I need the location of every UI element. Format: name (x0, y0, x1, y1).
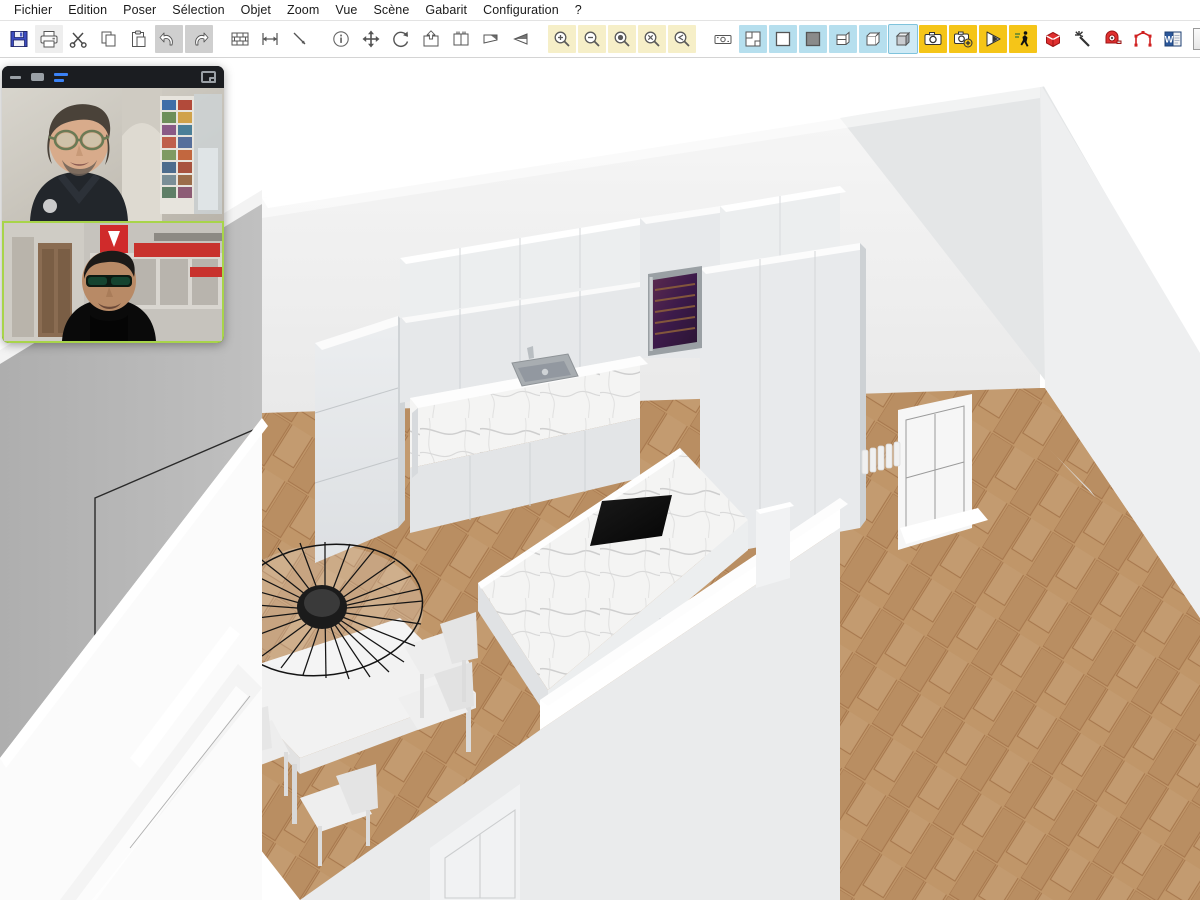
toolbar-separator (215, 25, 224, 53)
perspective-view-icon[interactable] (888, 24, 918, 54)
word-export-icon[interactable]: W (1159, 25, 1187, 53)
wall-icon[interactable] (226, 25, 254, 53)
undo-icon[interactable] (155, 25, 183, 53)
zoom-fit-icon[interactable] (608, 25, 636, 53)
solid-view-icon[interactable] (799, 25, 827, 53)
toolbar-separator (316, 25, 325, 53)
polyline-icon[interactable] (1129, 25, 1157, 53)
camera-add-icon[interactable] (949, 25, 977, 53)
zoom-cancel-icon[interactable] (638, 25, 666, 53)
toolbar-separator (698, 25, 707, 53)
elevation-view-icon[interactable] (829, 25, 857, 53)
application-window: Fichier Edition Poser Sélection Objet Zo… (0, 0, 1200, 900)
menu-gabarit[interactable]: Gabarit (417, 1, 475, 19)
zoom-out-icon[interactable] (578, 25, 606, 53)
toolbar-separator (537, 25, 546, 53)
render-icon[interactable] (1039, 25, 1067, 53)
menu-fichier[interactable]: Fichier (6, 1, 60, 19)
wine-cooler (648, 266, 702, 356)
menu-aide[interactable]: ? (567, 1, 590, 19)
cut-icon[interactable] (65, 25, 93, 53)
wireframe-view-icon[interactable] (769, 25, 797, 53)
axono-view-icon[interactable] (859, 25, 887, 53)
tape-measure-icon[interactable] (1099, 25, 1127, 53)
menu-configuration[interactable]: Configuration (475, 1, 567, 19)
menu-edition[interactable]: Edition (60, 1, 115, 19)
menu-poser[interactable]: Poser (115, 1, 164, 19)
line-icon[interactable] (286, 25, 314, 53)
maximize-icon[interactable] (31, 73, 44, 81)
tall-cabinets (314, 316, 405, 563)
picture-in-picture-icon[interactable] (201, 71, 216, 83)
paste-icon[interactable] (125, 25, 153, 53)
move-icon[interactable] (357, 25, 385, 53)
svg-text:W: W (1165, 35, 1174, 45)
menu-vue[interactable]: Vue (327, 1, 365, 19)
camera-icon[interactable] (919, 25, 947, 53)
plan-view-icon[interactable] (739, 25, 767, 53)
play-icon[interactable] (979, 25, 1007, 53)
magic-wand-icon[interactable] (1069, 25, 1097, 53)
walkthrough-icon[interactable] (1009, 25, 1037, 53)
video-tiles (2, 88, 224, 343)
copy-icon[interactable] (95, 25, 123, 53)
video-call-panel[interactable] (2, 66, 224, 343)
video-tile-local[interactable] (2, 221, 224, 343)
menu-selection[interactable]: Sélection (164, 1, 232, 19)
video-tile-remote[interactable] (2, 88, 224, 221)
export-icon[interactable] (417, 25, 445, 53)
stairs-icon[interactable] (447, 25, 475, 53)
video-panel-titlebar[interactable] (2, 66, 224, 88)
flip-icon[interactable] (507, 25, 535, 53)
minimize-icon[interactable] (10, 75, 21, 79)
zoom-previous-icon[interactable] (668, 25, 696, 53)
menu-scene[interactable]: Scène (365, 1, 417, 19)
toolbar-overflow-button[interactable]: Ca (1193, 28, 1200, 50)
zoom-in-icon[interactable] (548, 25, 576, 53)
redo-icon[interactable] (185, 25, 213, 53)
grid-layout-icon[interactable] (54, 72, 68, 82)
info-icon[interactable] (327, 25, 355, 53)
menu-zoom[interactable]: Zoom (279, 1, 327, 19)
menu-bar: Fichier Edition Poser Sélection Objet Zo… (0, 0, 1200, 21)
mirror-icon[interactable] (477, 25, 505, 53)
print-icon[interactable] (35, 25, 63, 53)
save-icon[interactable] (5, 25, 33, 53)
menu-objet[interactable]: Objet (233, 1, 279, 19)
dimension-icon[interactable] (256, 25, 284, 53)
main-toolbar: W Ca (0, 21, 1200, 58)
rotate-icon[interactable] (387, 25, 415, 53)
banknote-icon[interactable] (709, 25, 737, 53)
